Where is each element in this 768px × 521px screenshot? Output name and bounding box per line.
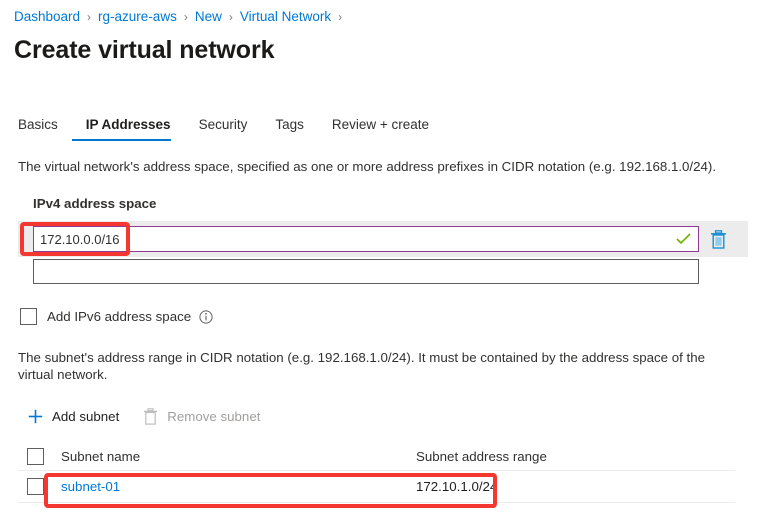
- tab-tags[interactable]: Tags: [261, 117, 318, 141]
- column-header-subnet-name[interactable]: Subnet name: [52, 449, 416, 464]
- delete-address-space-button[interactable]: [707, 228, 729, 250]
- add-ipv6-label[interactable]: Add IPv6 address space: [47, 309, 191, 324]
- select-all-cell: [18, 447, 52, 465]
- subnet-description: The subnet's address range in CIDR notat…: [18, 350, 706, 382]
- breadcrumb-item-virtual-network[interactable]: Virtual Network: [240, 9, 331, 24]
- row-select-cell: [18, 478, 52, 495]
- breadcrumb-separator: ›: [183, 9, 188, 24]
- ipv4-address-space-label: IPv4 address space: [33, 196, 157, 211]
- table-row[interactable]: subnet-01 172.10.1.0/24: [18, 471, 735, 503]
- cell-subnet-address-range: 172.10.1.0/24: [416, 479, 498, 494]
- breadcrumb-item-new[interactable]: New: [195, 9, 222, 24]
- tab-bar: Basics IP Addresses Security Tags Review…: [18, 117, 443, 141]
- ipv4-address-input-container: [33, 226, 699, 252]
- column-header-subnet-address-range[interactable]: Subnet address range: [416, 449, 735, 464]
- subnet-table: Subnet name Subnet address range subnet-…: [18, 442, 735, 503]
- vnet-address-space-description: The virtual network's address space, spe…: [18, 159, 717, 174]
- info-icon[interactable]: [199, 309, 213, 324]
- remove-subnet-label: Remove subnet: [167, 409, 261, 424]
- row-checkbox[interactable]: [27, 478, 44, 495]
- breadcrumb: Dashboard › rg-azure-aws › New › Virtual…: [14, 9, 349, 24]
- table-header-row: Subnet name Subnet address range: [18, 442, 735, 471]
- add-subnet-button[interactable]: Add subnet: [26, 409, 119, 424]
- add-ipv6-checkbox[interactable]: [20, 308, 37, 325]
- subnet-command-bar: Add subnet Remove subnet: [26, 408, 282, 425]
- remove-subnet-button[interactable]: Remove subnet: [141, 408, 260, 425]
- breadcrumb-separator: ›: [87, 9, 92, 24]
- ipv4-address-input-secondary[interactable]: [33, 259, 699, 284]
- breadcrumb-separator: ›: [228, 9, 233, 24]
- plus-icon: [26, 409, 44, 424]
- subnet-name-link[interactable]: subnet-01: [61, 479, 120, 494]
- ipv4-address-input[interactable]: [34, 227, 673, 251]
- add-ipv6-address-space-row: Add IPv6 address space: [20, 308, 213, 325]
- tab-ip-addresses[interactable]: IP Addresses: [71, 117, 185, 141]
- page-title: Create virtual network: [14, 36, 275, 64]
- trash-icon: [141, 408, 159, 425]
- tab-basics[interactable]: Basics: [18, 117, 72, 141]
- select-all-checkbox[interactable]: [27, 447, 44, 465]
- tab-security[interactable]: Security: [185, 117, 262, 141]
- breadcrumb-item-resource-group[interactable]: rg-azure-aws: [98, 9, 177, 24]
- add-subnet-label: Add subnet: [52, 409, 120, 424]
- checkmark-icon: [673, 233, 693, 245]
- tab-review-create[interactable]: Review + create: [318, 117, 443, 141]
- breadcrumb-item-dashboard[interactable]: Dashboard: [14, 9, 80, 24]
- breadcrumb-separator: ›: [338, 9, 343, 24]
- cell-subnet-name: subnet-01: [52, 479, 416, 494]
